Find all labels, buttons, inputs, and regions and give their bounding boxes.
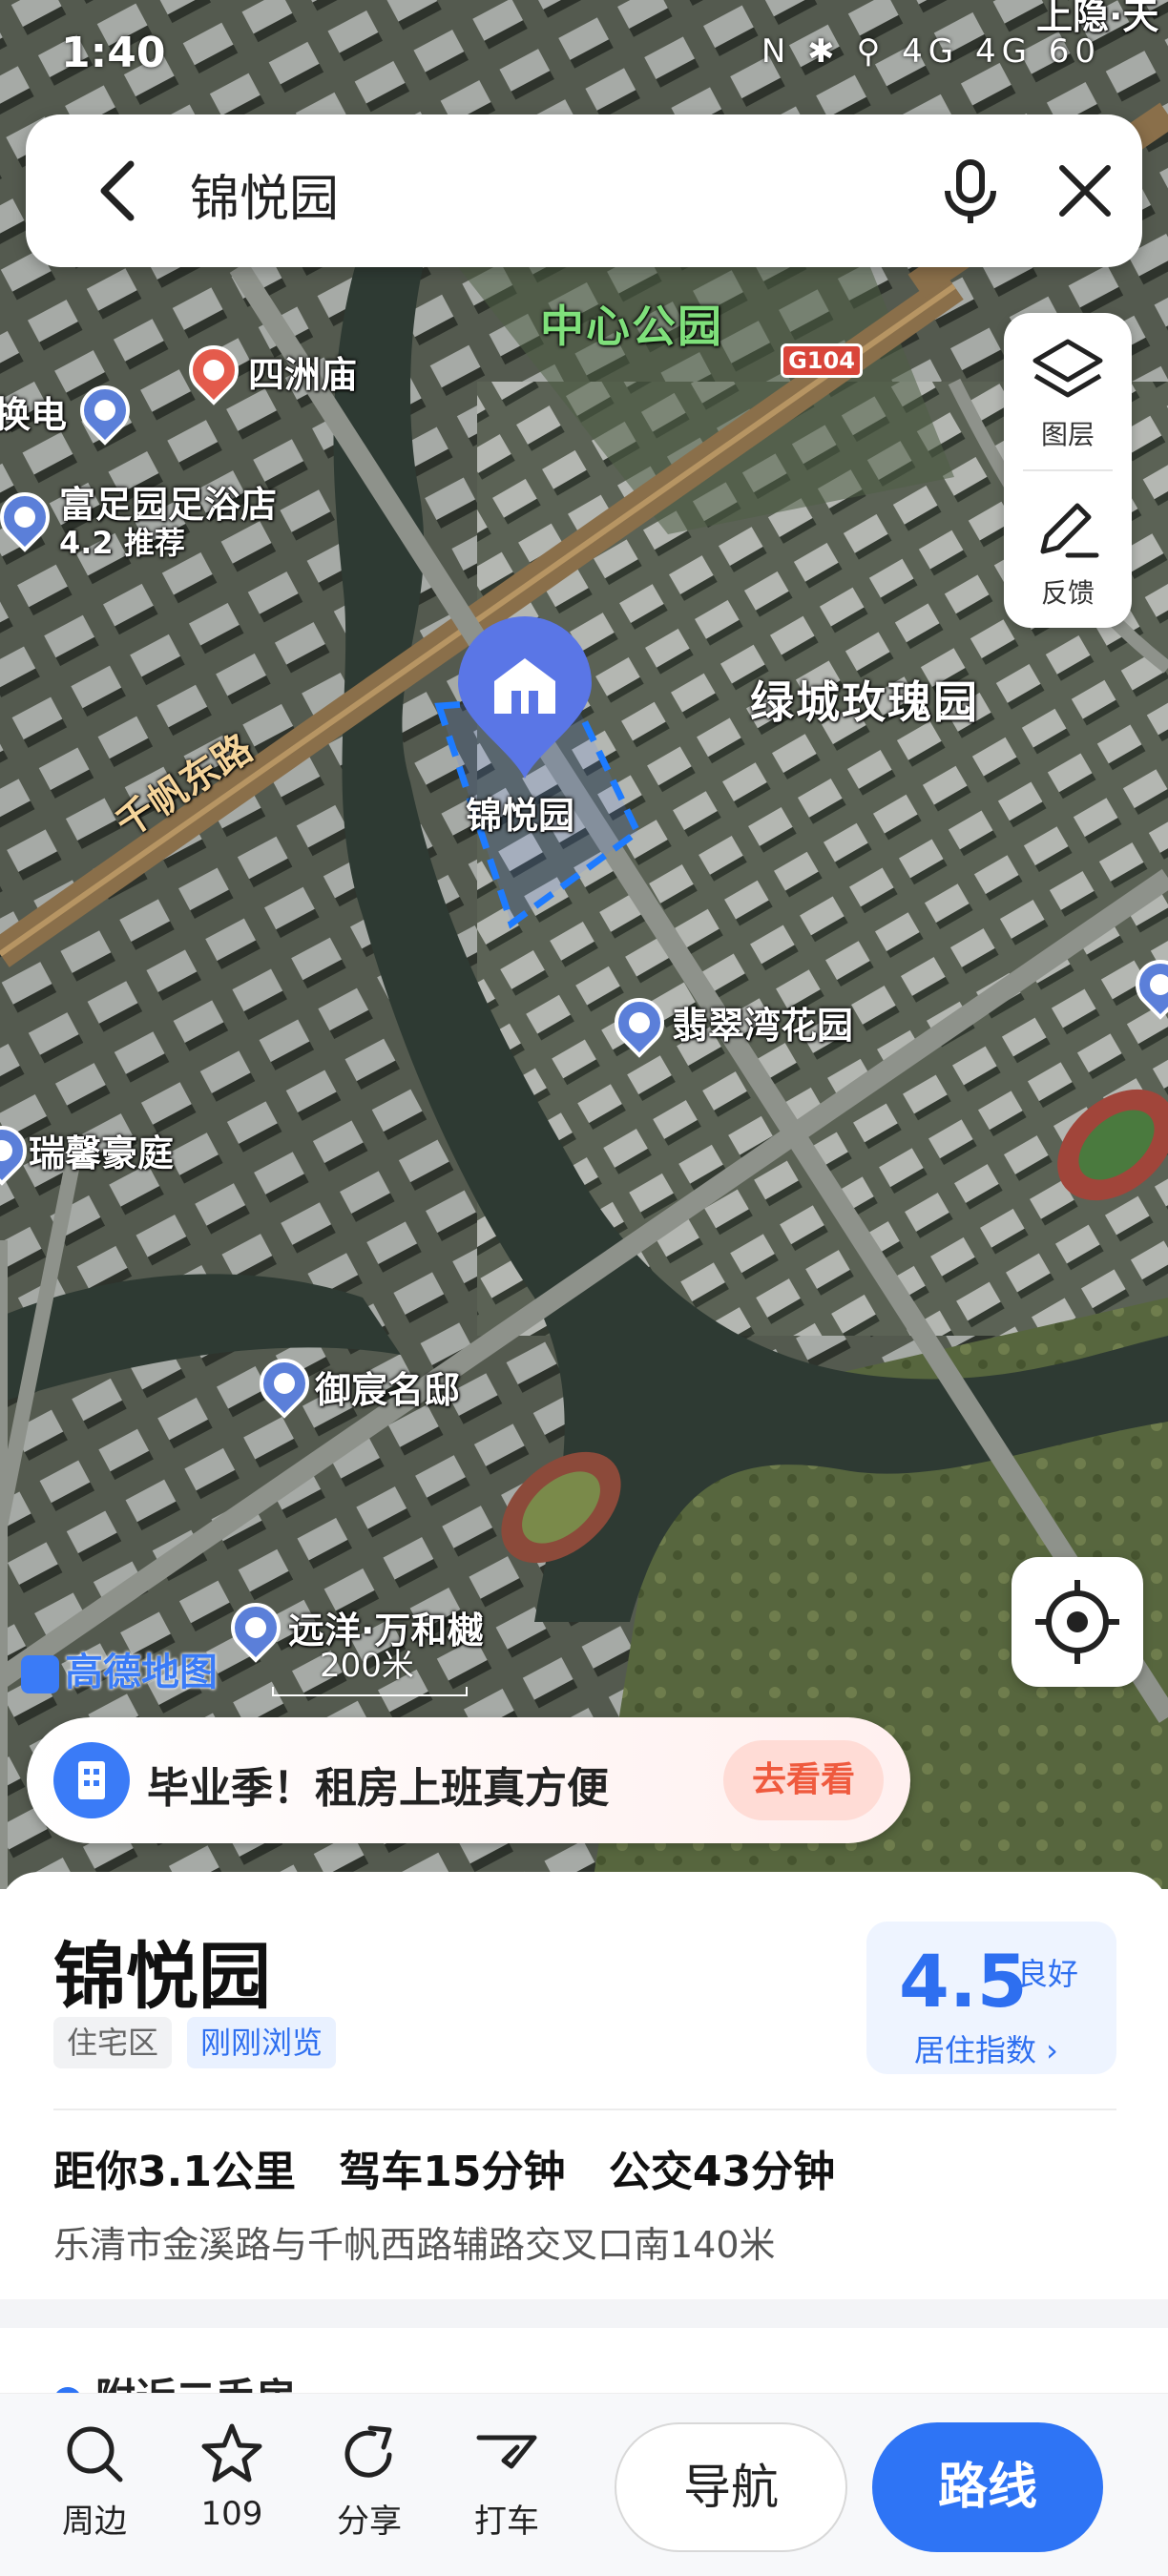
brand-logo: 高德地图 (21, 1641, 218, 1696)
transit-time-text: 公交43分钟 (608, 2148, 836, 2196)
promo-go-button[interactable]: 去看看 (723, 1740, 884, 1820)
back-arrow-icon[interactable] (83, 153, 159, 229)
bottom-action-bar: 周边 109 分享 打车 导航 路线 (0, 2393, 1168, 2576)
map-label-selected[interactable]: 锦悦园 (466, 786, 574, 839)
divider (53, 2109, 1116, 2110)
scale-bar (272, 1687, 468, 1696)
distance-text: 距你3.1公里 (53, 2148, 296, 2196)
place-title: 锦悦园 (53, 1934, 271, 2019)
map-scale: 200米 (272, 1639, 468, 1696)
microphone-icon[interactable] (932, 153, 1009, 229)
navigate-button[interactable]: 导航 (615, 2422, 847, 2552)
map-label-foot-spa-rating: 4.2 推荐 (59, 525, 185, 561)
map-label-partial[interactable]: 换电 (0, 385, 67, 438)
place-type-tag: 住宅区 (53, 2017, 173, 2068)
share-button[interactable]: 分享 (317, 2420, 422, 2542)
map-view[interactable]: 1:40 N ✱ ⚲ 4G 4G 60 上隐·天 中心公园 G104 四洲庙 换… (0, 0, 1168, 1889)
share-label: 分享 (337, 2503, 402, 2541)
drive-time-text: 驾车15分钟 (339, 2148, 566, 2196)
search-icon (67, 2426, 123, 2483)
map-poi-top-right[interactable]: 上隐·天 (1036, 0, 1158, 39)
favorite-count: 109 (200, 2495, 263, 2533)
star-icon (201, 2423, 262, 2483)
promo-text: 毕业季！租房上班真方便 (147, 1764, 609, 1813)
building-icon (53, 1742, 130, 1818)
taxi-flag-icon (476, 2435, 537, 2469)
nearby-button[interactable]: 周边 (42, 2420, 147, 2542)
brand-arrow-icon (21, 1655, 59, 1693)
living-index-level: 良好 (1017, 1956, 1079, 1992)
selected-location-marker[interactable] (452, 614, 597, 782)
pencil-icon (1040, 503, 1099, 558)
map-label-yuchen[interactable]: 御宸名邸 (315, 1361, 460, 1413)
brand-name: 高德地图 (65, 1651, 218, 1694)
recently-viewed-tag: 刚刚浏览 (187, 2017, 337, 2068)
satellite-imagery (0, 0, 1168, 1889)
status-time: 1:40 (61, 29, 166, 77)
close-icon[interactable] (1047, 153, 1123, 229)
travel-metrics: 距你3.1公里 驾车15分钟 公交43分钟 (53, 2137, 864, 2198)
scale-label: 200米 (320, 1647, 414, 1685)
living-index-score: 4.5 (899, 1939, 1028, 2024)
taxi-label: 打车 (474, 2503, 539, 2541)
map-tools-panel: 图层 反馈 (1004, 313, 1132, 628)
map-label-feicui[interactable]: 翡翠湾花园 (672, 996, 853, 1049)
map-label-sizhou-temple[interactable]: 四洲庙 (248, 345, 357, 398)
promo-banner[interactable]: 毕业季！租房上班真方便 去看看 (27, 1717, 910, 1843)
share-icon (344, 2425, 392, 2478)
status-bar: 1:40 N ✱ ⚲ 4G 4G 60 (0, 0, 1168, 105)
taxi-button[interactable]: 打车 (454, 2420, 559, 2542)
feedback-label: 反馈 (1040, 577, 1095, 609)
locate-me-button[interactable] (1012, 1557, 1143, 1687)
crosshair-icon (1035, 1580, 1119, 1664)
route-button[interactable]: 路线 (872, 2422, 1103, 2552)
layers-button[interactable]: 图层 (1004, 313, 1132, 470)
favorite-button[interactable]: 109 (179, 2420, 284, 2533)
living-index-card[interactable]: 4.5 良好 居住指数 › (866, 1922, 1116, 2074)
map-label-lvcheng[interactable]: 绿城玫瑰园 (750, 668, 979, 731)
map-label-central-park[interactable]: 中心公园 (540, 292, 723, 355)
feedback-button[interactable]: 反馈 (1004, 471, 1132, 629)
place-address: 乐清市金溪路与千帆西路辅路交叉口南140米 (53, 2224, 776, 2266)
layers-icon (1032, 339, 1103, 398)
search-bar[interactable]: 锦悦园 (26, 114, 1142, 267)
layers-label: 图层 (1040, 419, 1095, 450)
map-label-ruixin[interactable]: 瑞馨豪庭 (29, 1124, 174, 1176)
living-index-label: 居住指数 › (914, 2032, 1058, 2068)
highway-shield: G104 (781, 343, 863, 378)
search-query[interactable]: 锦悦园 (190, 158, 339, 230)
nearby-label: 周边 (62, 2503, 127, 2541)
section-gap (0, 2299, 1168, 2328)
